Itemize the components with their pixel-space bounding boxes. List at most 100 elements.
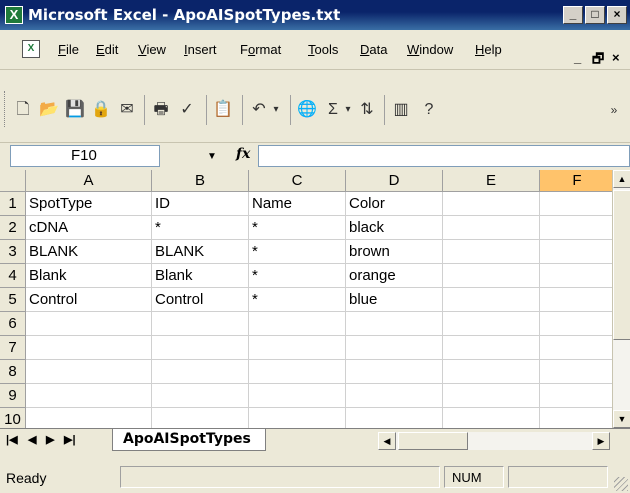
- cell-b8[interactable]: [152, 360, 249, 384]
- open-icon[interactable]: 📂: [38, 99, 60, 121]
- undo-dropdown-icon[interactable]: ▾: [270, 99, 282, 121]
- select-all-button[interactable]: [0, 170, 26, 192]
- cell-b10[interactable]: [152, 408, 249, 428]
- sheet-tab-active[interactable]: ApoAISpotTypes: [112, 429, 266, 451]
- cell-f3[interactable]: [540, 240, 612, 264]
- menu-edit[interactable]: Edit: [96, 42, 118, 57]
- cell-f7[interactable]: [540, 336, 612, 360]
- cell-d6[interactable]: [346, 312, 443, 336]
- cell-a9[interactable]: [26, 384, 152, 408]
- cell-a4[interactable]: Blank: [26, 264, 152, 288]
- formula-input[interactable]: [258, 145, 630, 167]
- cell-c9[interactable]: [249, 384, 346, 408]
- print-icon[interactable]: 🖶: [150, 99, 172, 121]
- cell-e9[interactable]: [443, 384, 540, 408]
- vertical-scroll-thumb[interactable]: [613, 190, 630, 340]
- cell-a5[interactable]: Control: [26, 288, 152, 312]
- cell-a6[interactable]: [26, 312, 152, 336]
- cell-e3[interactable]: [443, 240, 540, 264]
- name-box[interactable]: F10: [10, 145, 160, 167]
- cell-b5[interactable]: Control: [152, 288, 249, 312]
- cell-d4[interactable]: orange: [346, 264, 443, 288]
- cell-d8[interactable]: [346, 360, 443, 384]
- row-header[interactable]: 8: [0, 360, 26, 384]
- spelling-icon[interactable]: ✓: [176, 99, 198, 121]
- resize-grip[interactable]: [614, 477, 628, 491]
- permission-icon[interactable]: 🔒: [90, 99, 112, 121]
- cell-d3[interactable]: brown: [346, 240, 443, 264]
- toolbar-grip[interactable]: [4, 91, 7, 127]
- cell-e4[interactable]: [443, 264, 540, 288]
- cell-f10[interactable]: [540, 408, 612, 428]
- column-header-d[interactable]: D: [346, 170, 443, 192]
- horizontal-scroll-thumb[interactable]: [398, 432, 468, 450]
- cell-d9[interactable]: [346, 384, 443, 408]
- horizontal-scrollbar[interactable]: ◀ ▶: [378, 432, 610, 450]
- workbook-minimize-button[interactable]: _: [574, 50, 581, 65]
- row-header[interactable]: 6: [0, 312, 26, 336]
- autosum-dropdown-icon[interactable]: ▾: [342, 99, 354, 121]
- minimize-button[interactable]: _: [563, 6, 583, 24]
- menu-window[interactable]: Window: [407, 42, 453, 57]
- undo-icon[interactable]: ↶: [248, 99, 270, 121]
- menu-file[interactable]: File: [58, 42, 79, 57]
- column-header-a[interactable]: A: [26, 170, 152, 192]
- cell-b6[interactable]: [152, 312, 249, 336]
- column-header-b[interactable]: B: [152, 170, 249, 192]
- cell-f4[interactable]: [540, 264, 612, 288]
- cell-a10[interactable]: [26, 408, 152, 428]
- cell-b2[interactable]: *: [152, 216, 249, 240]
- autosum-icon[interactable]: Σ: [322, 99, 344, 121]
- cell-e6[interactable]: [443, 312, 540, 336]
- cell-b7[interactable]: [152, 336, 249, 360]
- cell-d10[interactable]: [346, 408, 443, 428]
- email-icon[interactable]: ✉: [116, 99, 138, 121]
- cell-f1[interactable]: [540, 192, 612, 216]
- workbook-restore-button[interactable]: 🗗: [592, 50, 604, 72]
- cell-c2[interactable]: *: [249, 216, 346, 240]
- cell-d1[interactable]: Color: [346, 192, 443, 216]
- row-header[interactable]: 3: [0, 240, 26, 264]
- cell-f9[interactable]: [540, 384, 612, 408]
- cell-c10[interactable]: [249, 408, 346, 428]
- column-header-f[interactable]: F: [540, 170, 612, 192]
- scroll-left-icon[interactable]: ◀: [378, 432, 396, 450]
- scroll-right-icon[interactable]: ▶: [592, 432, 610, 450]
- cell-e5[interactable]: [443, 288, 540, 312]
- scroll-down-icon[interactable]: ▼: [613, 410, 630, 428]
- toolbar-options-icon[interactable]: »: [604, 99, 624, 121]
- menu-format[interactable]: Format: [240, 42, 281, 57]
- row-header[interactable]: 5: [0, 288, 26, 312]
- cell-e10[interactable]: [443, 408, 540, 428]
- first-sheet-icon[interactable]: |◀: [6, 433, 18, 446]
- cell-e2[interactable]: [443, 216, 540, 240]
- cell-e7[interactable]: [443, 336, 540, 360]
- chart-wizard-icon[interactable]: ▥: [390, 99, 412, 121]
- menu-tools[interactable]: Tools: [308, 42, 338, 57]
- cell-d7[interactable]: [346, 336, 443, 360]
- cell-a1[interactable]: SpotType: [26, 192, 152, 216]
- cell-d2[interactable]: black: [346, 216, 443, 240]
- cell-c8[interactable]: [249, 360, 346, 384]
- cell-b4[interactable]: Blank: [152, 264, 249, 288]
- column-header-e[interactable]: E: [443, 170, 540, 192]
- menu-help[interactable]: Help: [475, 42, 502, 57]
- maximize-button[interactable]: □: [585, 6, 605, 24]
- close-button[interactable]: ×: [607, 6, 627, 24]
- prev-sheet-icon[interactable]: ◀: [28, 433, 36, 446]
- vertical-scrollbar[interactable]: ▲ ▼: [612, 170, 630, 428]
- workbook-icon[interactable]: X: [22, 40, 40, 58]
- next-sheet-icon[interactable]: ▶: [46, 433, 54, 446]
- cell-b9[interactable]: [152, 384, 249, 408]
- sort-ascending-icon[interactable]: ⇅: [356, 99, 378, 121]
- cell-c5[interactable]: *: [249, 288, 346, 312]
- workbook-close-button[interactable]: ×: [612, 50, 620, 65]
- cell-f2[interactable]: [540, 216, 612, 240]
- save-icon[interactable]: 💾: [64, 99, 86, 121]
- cell-f5[interactable]: [540, 288, 612, 312]
- menu-data[interactable]: Data: [360, 42, 387, 57]
- insert-function-button[interactable]: fx: [236, 146, 250, 162]
- name-box-dropdown-icon[interactable]: ▼: [207, 151, 217, 162]
- cell-d5[interactable]: blue: [346, 288, 443, 312]
- cell-a8[interactable]: [26, 360, 152, 384]
